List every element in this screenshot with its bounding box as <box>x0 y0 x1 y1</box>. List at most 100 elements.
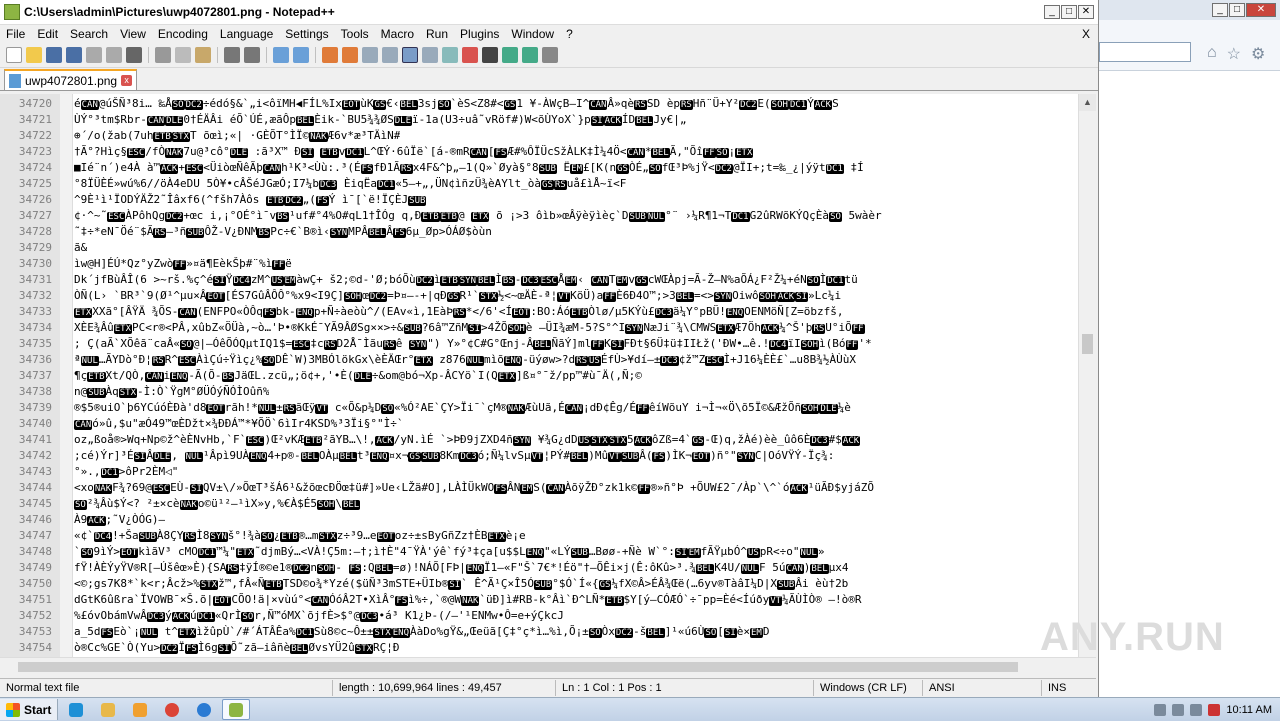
horizontal-scroll-thumb[interactable] <box>18 662 1018 672</box>
favorites-star-icon[interactable]: ☆ <box>1227 44 1241 64</box>
show-all-characters-icon[interactable] <box>402 47 418 63</box>
text-line[interactable]: 34750 <©;gs7K8*`k<r;Âcž>%STXž™,fÂ«ÑETBTSD… <box>0 575 1079 591</box>
close-all-icon[interactable] <box>106 47 122 63</box>
text-line[interactable]: 34741 oz„ßoå®>Wq+Np©ž^èÈNvHb,`F`ESC)Œ²vKÆ… <box>0 431 1079 447</box>
text-line[interactable]: 34738 n@SUBÀqSTX-Ì:Ò`ŸgM°ØÜÓýÑÓÌOûñ% <box>0 383 1079 399</box>
taskbar-ie-button[interactable] <box>62 699 90 720</box>
undo-icon[interactable] <box>224 47 240 63</box>
vertical-scroll-thumb[interactable] <box>1082 334 1093 354</box>
text-line[interactable]: 34753 a_5dFSEò`¡NUL t^ETXìžûpÙ`/#´ÁTÂÊa%D… <box>0 623 1079 639</box>
maximize-button[interactable]: □ <box>1061 5 1077 19</box>
save-all-icon[interactable] <box>66 47 82 63</box>
browser-maximize-button[interactable]: □ <box>1229 3 1245 17</box>
home-icon[interactable]: ⌂ <box>1207 44 1217 64</box>
menu-item-settings[interactable]: Settings <box>279 27 334 41</box>
menu-item-file[interactable]: File <box>0 27 31 41</box>
menu-item-plugins[interactable]: Plugins <box>454 27 505 41</box>
start-button[interactable]: Start <box>0 699 59 720</box>
horizontal-scrollbar[interactable] <box>0 657 1096 675</box>
browser-minimize-button[interactable]: _ <box>1212 3 1228 17</box>
language-icon[interactable] <box>442 47 458 63</box>
indent-guide-icon[interactable] <box>422 47 438 63</box>
menu-item-view[interactable]: View <box>114 27 152 41</box>
taskbar-chrome-button[interactable] <box>158 699 186 720</box>
open-folder-icon[interactable] <box>26 47 42 63</box>
text-line[interactable]: 34749 fŸ!ÀÈÝyŸV®R[–Úšêœ»È){SARS‡ÿÍ®©e1®DC… <box>0 559 1079 575</box>
menu-item-encoding[interactable]: Encoding <box>152 27 214 41</box>
tab-document[interactable]: uwp4072801.png x <box>4 69 138 90</box>
text-line[interactable]: 34723 †Ã°?Hìç§ESC/fÒNAK7u@³cô°DLE :ã³X™ Ð… <box>0 143 1079 159</box>
text-line[interactable]: 34727 ¢·^~˜ESCÀPôhQgDC2+œc i,¡°OÉ°ì¯vBS¹u… <box>0 207 1079 223</box>
save-icon[interactable] <box>46 47 62 63</box>
macro-record-icon[interactable] <box>462 47 478 63</box>
text-line[interactable]: 34731 Dk´jfBùÂÎ(6 >~rš.%ç^éSIŸDC4zM^US EMà… <box>0 271 1079 287</box>
macro-run-multiple-icon[interactable] <box>522 47 538 63</box>
text-line[interactable]: 34733 ETXXXã°[ÂŸÄ ¾ÕS-CAN(ENFPO«ÒÔqFSbk-E… <box>0 303 1079 319</box>
scroll-up-arrow[interactable]: ▲ <box>1079 94 1096 111</box>
text-line[interactable]: 34748 `SO9ìÝ>EOTkìãV³ cMODC1™¼"ETX˜djmBý…… <box>0 543 1079 559</box>
menu-item-help[interactable]: ? <box>560 27 579 41</box>
text-line[interactable]: 34740 CANó»û,$u"æÓ49™œÈDžt×¾ÐÐÁ™*¥ÕÖ`6ìIr… <box>0 415 1079 431</box>
menu-item-tools[interactable]: Tools <box>335 27 375 41</box>
taskbar-media-button[interactable] <box>126 699 154 720</box>
text-line[interactable]: 34724 ■Ié¨n´)e4À à™ACK+ESC<ÜiòœÑêÃþCANh¹K… <box>0 159 1079 175</box>
macro-save-icon[interactable] <box>542 47 558 63</box>
taskbar-edge-button[interactable] <box>190 699 218 720</box>
text-line[interactable]: 34734 XÈE¾ÂûETXPC<r®<PÂ,xûbZ«ÖÜà,~ò…'Þ•®K… <box>0 319 1079 335</box>
menu-item-edit[interactable]: Edit <box>31 27 64 41</box>
browser-address-bar[interactable] <box>1099 42 1191 62</box>
new-file-icon[interactable] <box>6 47 22 63</box>
tray-volume-icon[interactable] <box>1190 703 1203 716</box>
tray-network-icon[interactable] <box>1172 703 1185 716</box>
macro-stop-icon[interactable] <box>482 47 498 63</box>
zoom-out-icon[interactable] <box>342 47 358 63</box>
menu-item-language[interactable]: Language <box>214 27 279 41</box>
text-line[interactable]: 34745 SO²¾Âù$Ý<? ²±×cèNAKo©ü¹²–¹ìX»y,%€À$… <box>0 495 1079 511</box>
text-line[interactable]: 34735 ; Ç(aÃ`XÕêã¨caÂ«SO@|—ÓêÕÓQµtIQ1$=ES… <box>0 335 1079 351</box>
close-document-button[interactable]: X <box>1082 27 1090 41</box>
text-line[interactable]: 34728 ˜‡÷*eN¯Öé¨$ÃRS–³ñSUBÔŽ-V¿ÐNMBSPc÷€… <box>0 223 1079 239</box>
macro-play-icon[interactable] <box>502 47 518 63</box>
tray-flag-icon[interactable] <box>1154 703 1167 716</box>
tab-close-icon[interactable]: x <box>121 75 133 86</box>
menu-item-search[interactable]: Search <box>64 27 114 41</box>
taskbar-notepadpp-button[interactable] <box>222 699 251 720</box>
editor-pane[interactable]: 34720 éCAN@úŠÑ³8i… ‰ÅSO DC2÷édó§&`„i<ôïMH◀… <box>0 94 1096 657</box>
close-window-button[interactable]: ✕ <box>1078 5 1094 19</box>
text-line[interactable]: 34720 éCAN@úŠÑ³8i… ‰ÅSO DC2÷édó§&`„i<ôïMH◀… <box>0 95 1079 111</box>
text-line[interactable]: 34726 ^9È¹ì¹ÏODÝÄŽ2˜Îâxf6(^fšh7Àôs ETB DC2… <box>0 191 1079 207</box>
text-line[interactable]: 34722 ⊕´/o(žab(7uhETB STXT õœì;«| ·GÈÕT°ÌÏ… <box>0 127 1079 143</box>
text-line[interactable]: 34742 ;cé)Ýr]³ÉSIÂDLE, NUL¹Âpì9UÀENQ4+p®-… <box>0 447 1079 463</box>
sync-scroll-icon[interactable] <box>362 47 378 63</box>
text-line[interactable]: 34729 ã& <box>0 239 1079 255</box>
taskbar-explorer-button[interactable] <box>94 699 122 720</box>
redo-icon[interactable] <box>244 47 260 63</box>
text-line[interactable]: 34743 °».,DC1>ôPr2ÈM◁" <box>0 463 1079 479</box>
tray-security-icon[interactable] <box>1208 703 1221 716</box>
text-line[interactable]: 34752 %£óvObámVwÂDC3ýACKúDC1«QrÌSOr,Ñ™óMX… <box>0 607 1079 623</box>
text-line[interactable]: 34739 ®$5®uiO`þ6YCúóÈÐà'd8EOTrãh!*NUL±RSã… <box>0 399 1079 415</box>
text-line[interactable]: 34751 dGtK6ûßra`ÏVOWB¯×Š.õ|EOTCÕO!ä|×vùú°… <box>0 591 1079 607</box>
text-line[interactable]: 34737 ¶çETBXt/QÒ,CANiENQ-Ã(Õ-BSJäŒL.zcü„;… <box>0 367 1079 383</box>
replace-icon[interactable] <box>293 47 309 63</box>
clock[interactable]: 10:11 AM <box>1226 704 1272 716</box>
close-file-icon[interactable] <box>86 47 102 63</box>
menu-item-window[interactable]: Window <box>505 27 560 41</box>
text-line[interactable]: 34736 ªNUL…ÃYDò°Ð¦RSR^ESCÀìÇú÷Ÿìç¿%SODÊ`W… <box>0 351 1079 367</box>
minimize-button[interactable]: _ <box>1044 5 1060 19</box>
find-icon[interactable] <box>273 47 289 63</box>
text-line[interactable]: 34744 <xoNAKF¾?69@ESCEÙ-SIQV±\/»ÕœT³šÁ6¹&… <box>0 479 1079 495</box>
browser-close-button[interactable]: ✕ <box>1246 3 1276 17</box>
menu-item-run[interactable]: Run <box>420 27 454 41</box>
menu-item-macro[interactable]: Macro <box>375 27 420 41</box>
cut-icon[interactable] <box>155 47 171 63</box>
text-line[interactable]: 34732 ÒÑ(L› `BR³`9(Ø¹^µu×ÂEOT[ÉS7GûÂÔÔ°%x… <box>0 287 1079 303</box>
text-line[interactable]: 34747 «¢`DC4!+ŠaSUBÀ8ÇYRSÌ8SYNš°!¾àSO¿ETB… <box>0 527 1079 543</box>
text-line[interactable]: 34730 ìw@H]ÉÚ*Qz°yZwòFF»¤ä¶EèkŠþ#¨%ìFFë <box>0 255 1079 271</box>
text-line[interactable]: 34746 À9ACK;˜V¿ÒÓG)– <box>0 511 1079 527</box>
vertical-scrollbar[interactable]: ▲ <box>1078 94 1096 657</box>
paste-icon[interactable] <box>195 47 211 63</box>
text-line[interactable]: 34754 ò®Cc%GE`Ò(Yu>DC2ÏFSÌ6gSIÕ˜zã–iâñèBE… <box>0 639 1079 655</box>
settings-gear-icon[interactable]: ⚙ <box>1251 44 1265 64</box>
text-line[interactable]: 34725 °8ÏÜÈÉ»wú%6//öÀ4eDU 5Ò¥•cÂŠéJGæÓ;I7… <box>0 175 1079 191</box>
